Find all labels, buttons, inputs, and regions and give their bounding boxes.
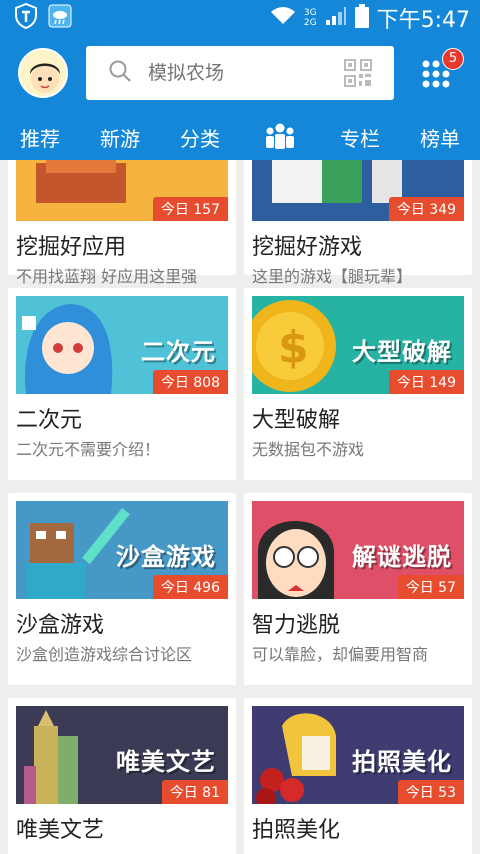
network-top-label: 3G	[303, 8, 317, 18]
wifi-icon	[270, 6, 296, 30]
svg-text:$: $	[278, 322, 309, 373]
search-icon	[108, 59, 132, 87]
card-banner-image: $ 大型破解 今日 149	[252, 296, 464, 394]
tab-columns[interactable]: 专栏	[320, 114, 400, 160]
today-count-badge: 今日 81	[161, 780, 228, 804]
card-title: 拍照美化	[252, 818, 341, 843]
banner-text: 二次元	[141, 338, 216, 366]
search-input[interactable]	[148, 62, 328, 84]
notification-badge: 5	[442, 48, 464, 70]
banner-text: 解谜逃脱	[352, 543, 452, 571]
card-description: 这里的游戏【腿玩辈】	[252, 267, 413, 286]
tab-community[interactable]	[240, 114, 320, 160]
category-card[interactable]: 二次元 今日 808 二次元 二次元不需要介绍！	[8, 288, 236, 480]
category-card[interactable]: 今日 349 挖掘好游戏 这里的游戏【腿玩辈】	[244, 160, 472, 286]
card-description: 无数据包不游戏	[252, 440, 365, 459]
category-card[interactable]: 唯美文艺 今日 81 唯美文艺	[8, 698, 236, 854]
qr-scan-icon[interactable]	[344, 59, 372, 91]
category-card[interactable]: 解谜逃脱 今日 57 智力逃脱 可以靠脸，却偏要用智商	[244, 493, 472, 685]
tab-recommend[interactable]: 推荐	[0, 114, 80, 160]
today-count-badge: 今日 53	[397, 780, 464, 804]
card-banner-image: 今日 349	[252, 160, 464, 221]
card-banner-image: 二次元 今日 808	[16, 296, 228, 394]
network-bottom-label: 2G	[303, 18, 317, 28]
card-title: 挖掘好应用	[16, 235, 127, 260]
banner-text: 大型破解	[352, 338, 452, 366]
today-count-badge: 今日 496	[152, 575, 228, 599]
category-card[interactable]: 沙盒游戏 今日 496 沙盒游戏 沙盒创造游戏综合讨论区	[8, 493, 236, 685]
card-title: 二次元	[16, 408, 83, 433]
category-grid: 今日 157 挖掘好应用 不用找蓝翔 好应用这里强 今日 349 挖掘好游戏 这…	[0, 160, 480, 854]
card-description: 二次元不需要介绍！	[16, 440, 161, 459]
today-count-badge: 今日 57	[397, 575, 464, 599]
banner-text: 沙盒游戏	[116, 543, 216, 571]
search-bar[interactable]	[86, 46, 394, 100]
tab-rankings[interactable]: 榜单	[400, 114, 480, 160]
category-card[interactable]: $ 大型破解 今日 149 大型破解 无数据包不游戏	[244, 288, 472, 480]
card-description: 不用找蓝翔 好应用这里强	[16, 267, 198, 286]
card-description: 沙盒创造游戏综合讨论区	[16, 645, 193, 664]
battery-icon	[354, 4, 369, 32]
network-label: 3G 2G	[304, 8, 317, 28]
banner-text: 唯美文艺	[116, 748, 216, 776]
card-title: 唯美文艺	[16, 818, 105, 843]
card-title: 挖掘好游戏	[252, 235, 363, 260]
status-bar: 3G 2G 下午5:47	[0, 0, 480, 36]
today-count-badge: 今日 349	[388, 197, 464, 221]
community-icon	[266, 123, 294, 149]
status-time: 下午5:47	[376, 8, 470, 33]
card-description: 可以靠脸，却偏要用智商	[252, 645, 429, 664]
card-title: 大型破解	[252, 408, 341, 433]
today-count-badge: 今日 157	[152, 197, 228, 221]
app-header: 5 推荐 新游 分类 专栏 榜单	[0, 36, 480, 160]
today-count-badge: 今日 808	[152, 370, 228, 394]
category-card[interactable]: 今日 157 挖掘好应用 不用找蓝翔 好应用这里强	[8, 160, 236, 286]
card-banner-image: 沙盒游戏 今日 496	[16, 501, 228, 599]
weather-icon	[48, 4, 72, 32]
tab-new-games[interactable]: 新游	[80, 114, 160, 160]
card-banner-image: 拍照美化 今日 53	[252, 706, 464, 804]
card-title: 智力逃脱	[252, 613, 341, 638]
avatar[interactable]	[18, 48, 68, 98]
signal-icon	[325, 6, 347, 30]
tab-bar: 推荐 新游 分类 专栏 榜单	[0, 114, 480, 160]
tab-categories[interactable]: 分类	[160, 114, 240, 160]
card-title: 沙盒游戏	[16, 613, 105, 638]
card-banner-image: 解谜逃脱 今日 57	[252, 501, 464, 599]
card-banner-image: 唯美文艺 今日 81	[16, 706, 228, 804]
banner-text: 拍照美化	[352, 748, 452, 776]
card-banner-image: 今日 157	[16, 160, 228, 221]
today-count-badge: 今日 149	[388, 370, 464, 394]
category-card[interactable]: 拍照美化 今日 53 拍照美化	[244, 698, 472, 854]
shield-icon	[14, 2, 38, 33]
